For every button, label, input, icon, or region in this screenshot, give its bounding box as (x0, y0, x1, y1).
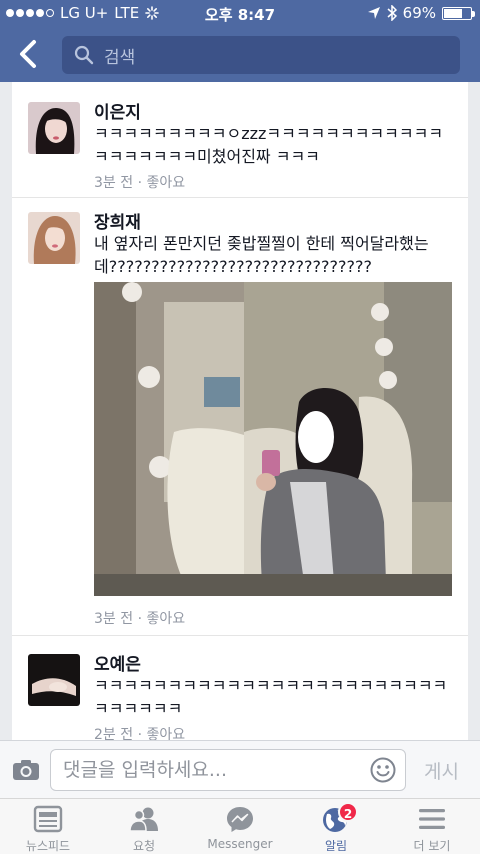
comment-meta: 2분 전 · 좋아요 (94, 724, 185, 740)
comment-item: 오예은 ㅋㅋㅋㅋㅋㅋㅋㅋㅋㅋㅋㅋㅋㅋㅋㅋㅋㅋㅋㅋㅋㅋㅋㅋㅋㅋㅋㅋㅋㅋ 2분 전 … (12, 636, 468, 740)
comment-input[interactable]: 댓글을 입력하세요... (50, 749, 406, 791)
smiley-icon (370, 757, 396, 783)
search-placeholder: 검색 (104, 47, 136, 68)
tab-notifications[interactable]: 2 알림 (288, 799, 384, 854)
tab-bar: 뉴스피드 요청 Messenger 2 알림 더 보기 (0, 798, 480, 854)
chevron-left-icon (20, 40, 36, 68)
like-link[interactable]: 좋아요 (146, 175, 185, 191)
comment-text: ㅋㅋㅋㅋㅋㅋㅋㅋㅋㅇzzzㅋㅋㅋㅋㅋㅋㅋㅋㅋㅋㅋㅋㅋㅋㅋㅋㅋㅋㅋ미쳤어진짜 ㅋㅋ… (94, 124, 444, 166)
messenger-icon (227, 807, 253, 832)
comment-composer: 댓글을 입력하세요... 게시 (0, 740, 480, 798)
comment-author[interactable]: 이은지 (94, 98, 141, 123)
comment-author[interactable]: 장희재 (94, 208, 141, 233)
comment-author[interactable]: 오예은 (94, 650, 141, 675)
like-link[interactable]: 좋아요 (146, 727, 185, 740)
comment-meta: 3분 전 · 좋아요 (94, 175, 186, 191)
like-link[interactable]: 좋아요 (146, 611, 185, 627)
tab-label: 요청 (132, 839, 156, 853)
comment-item: 장희재 내 옆자리 폰만지던 좆밥찔찔이 한테 찍어달라했는데?????????… (12, 198, 468, 636)
avatar[interactable] (28, 654, 80, 706)
tab-label: 뉴스피드 (25, 839, 71, 853)
avatar[interactable] (28, 102, 80, 154)
tab-label: 더 보기 (413, 839, 451, 853)
comment-text: 내 옆자리 폰만지던 좆밥찔찔이 한테 찍어달라했는데?????????????… (94, 234, 429, 276)
battery-percent: 69% (402, 4, 436, 22)
news-feed-icon (33, 805, 63, 833)
status-right: 69% (367, 4, 475, 22)
sticker-button[interactable] (370, 757, 396, 783)
status-bar: LG U+ LTE 오후 8:47 69% (0, 0, 480, 28)
search-bar[interactable]: 검색 (62, 36, 460, 74)
camera-icon (13, 760, 39, 780)
comment-photo[interactable] (94, 282, 452, 596)
comment-time: 3분 전 (94, 611, 134, 627)
comments-panel[interactable]: 이은지 ㅋㅋㅋㅋㅋㅋㅋㅋㅋㅇzzzㅋㅋㅋㅋㅋㅋㅋㅋㅋㅋㅋㅋㅋㅋㅋㅋㅋㅋㅋ미쳤어진… (12, 82, 468, 740)
comment-text: ㅋㅋㅋㅋㅋㅋㅋㅋㅋㅋㅋㅋㅋㅋㅋㅋㅋㅋㅋㅋㅋㅋㅋㅋㅋㅋㅋㅋㅋㅋ (94, 676, 448, 718)
friend-requests-icon (129, 807, 158, 832)
comment-time: 2분 전 (94, 727, 134, 740)
comment-input-placeholder: 댓글을 입력하세요... (63, 759, 227, 781)
tab-requests[interactable]: 요청 (96, 799, 192, 854)
tab-label: 알림 (324, 839, 348, 853)
tab-more[interactable]: 더 보기 (384, 799, 480, 854)
battery-icon (442, 6, 475, 20)
comment-item: 이은지 ㅋㅋㅋㅋㅋㅋㅋㅋㅋㅇzzzㅋㅋㅋㅋㅋㅋㅋㅋㅋㅋㅋㅋㅋㅋㅋㅋㅋㅋㅋ미쳤어진… (12, 82, 468, 198)
comment-time: 3분 전 (94, 175, 134, 191)
tab-news-feed[interactable]: 뉴스피드 (0, 799, 96, 854)
location-arrow-icon (367, 7, 380, 19)
tab-label: Messenger (207, 837, 273, 851)
comment-meta: 3분 전 · 좋아요 (94, 611, 186, 627)
avatar[interactable] (28, 212, 80, 264)
back-button[interactable] (14, 38, 44, 70)
camera-button[interactable] (12, 759, 40, 781)
tab-messenger[interactable]: Messenger (192, 799, 288, 854)
top-bar: LG U+ LTE 오후 8:47 69% 검색 (0, 0, 480, 82)
menu-icon (419, 809, 445, 829)
notification-badge: 2 (338, 802, 358, 822)
search-icon (74, 45, 94, 65)
bluetooth-icon (387, 5, 397, 21)
post-button[interactable]: 게시 (424, 757, 459, 784)
